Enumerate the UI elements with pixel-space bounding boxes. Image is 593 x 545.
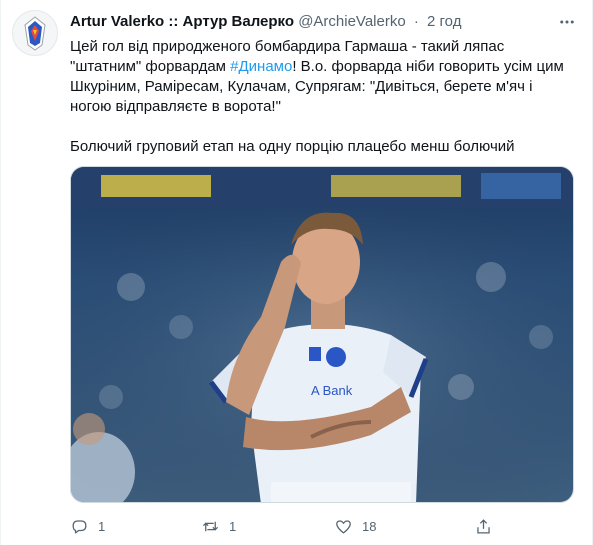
reply-button[interactable]: 1: [70, 514, 105, 538]
text-segment: "штатним" форвардам: [70, 58, 231, 75]
tweet-text: Цей гол від природженого бомбардира Гарм…: [70, 37, 570, 157]
retweet-button[interactable]: 1: [201, 514, 236, 538]
like-count: 18: [362, 518, 377, 534]
tweet-text-line: Шкуріним, Рамiресам, Кулачам, Супрягам: …: [70, 78, 533, 95]
photo-footballer: A Bank: [71, 167, 573, 502]
separator-dot: ·: [413, 13, 419, 30]
tweet-text-line: ногою відправляєте в ворота!": [70, 98, 281, 115]
jersey-text: A Bank: [311, 383, 353, 398]
tweet-timestamp[interactable]: 2 год: [427, 13, 461, 30]
display-name[interactable]: Artur Valerko :: Артур Валерко: [70, 13, 294, 30]
reply-count: 1: [98, 518, 106, 534]
more-icon[interactable]: [555, 12, 579, 32]
share-icon: [477, 518, 490, 533]
text-segment: ! В.о. форварда ніби говорить усім цим: [292, 58, 564, 75]
tweet-actions: 1 1 18: [70, 514, 510, 538]
tweet-header: Artur Valerko :: Артур Валерко @ArchieVa…: [70, 12, 573, 34]
tweet-photo[interactable]: A Bank: [70, 166, 574, 503]
tweet-text-line: Цей гол від природженого бомбардира Гарм…: [70, 38, 505, 55]
divider-left: [0, 0, 1, 545]
avatar[interactable]: [12, 10, 58, 56]
like-button[interactable]: 18: [334, 514, 376, 538]
tweet[interactable]: Artur Valerko :: Артур Валерко @ArchieVa…: [0, 0, 593, 545]
user-handle[interactable]: @ArchieValerko: [298, 13, 406, 30]
tweet-text-line: "штатним" форвардам #Динамо! В.о. форвар…: [70, 57, 570, 77]
reply-icon: [72, 519, 87, 533]
retweet-count: 1: [229, 518, 237, 534]
share-button[interactable]: [474, 514, 493, 538]
like-icon: [336, 519, 351, 533]
tweet-text-paragraph: Болючий груповий етап на одну порцію пла…: [70, 138, 515, 155]
retweet-icon: [202, 521, 219, 531]
avatar-logo-icon: [13, 11, 57, 55]
hashtag-link[interactable]: #Динамо: [230, 58, 292, 75]
